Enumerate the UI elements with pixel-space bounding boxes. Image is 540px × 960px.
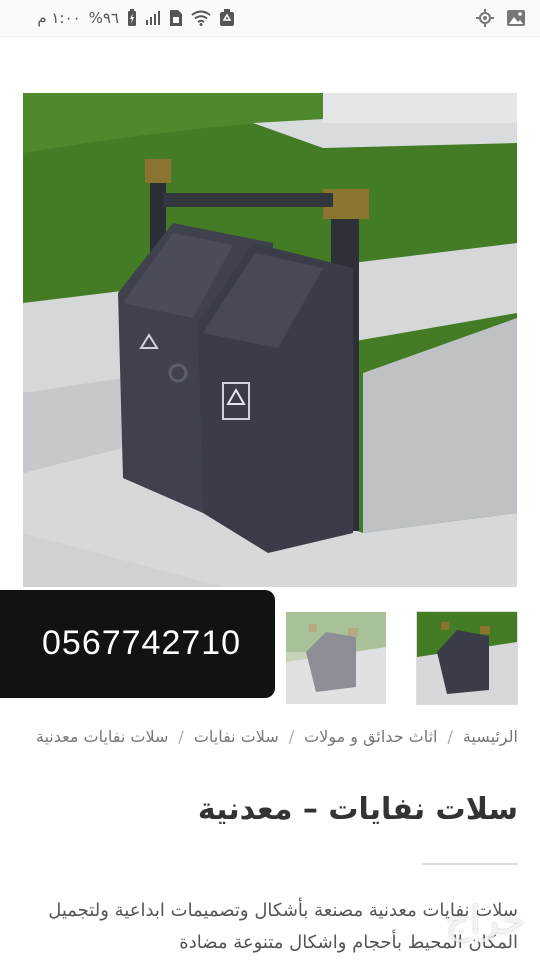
status-right-group (476, 0, 526, 36)
thumbnail-image (286, 612, 386, 704)
gallery-icon (506, 9, 526, 27)
breadcrumb-waste-bins[interactable]: سلات نفايات (194, 727, 279, 746)
battery-charging-icon (127, 9, 137, 27)
thumbnail-image-active (417, 612, 517, 704)
metal-waste-bin-photo (23, 93, 517, 587)
location-icon (476, 9, 494, 27)
phone-number: 0567742710 (42, 624, 242, 662)
wifi-icon (191, 10, 211, 26)
signal-icon (145, 10, 161, 26)
product-title: سلات نفايات – معدنية (197, 792, 518, 827)
product-thumbnail-2[interactable] (286, 612, 386, 704)
status-left-group: ١:٠٠ م %٩٦ (37, 0, 235, 36)
breadcrumb-separator: / (288, 727, 295, 746)
phone-number-overlay: 0567742710 (0, 590, 275, 698)
breadcrumb: الرئيسية / اثاث حدائق و مولات / سلات نفايات /… (18, 722, 518, 752)
sim-icon (169, 9, 183, 27)
watermark-logo: حراج (445, 898, 525, 942)
breadcrumb-home[interactable]: الرئيسية (463, 727, 518, 746)
status-time: ١:٠٠ م (37, 9, 81, 27)
breadcrumb-separator: / (447, 727, 453, 746)
breadcrumb-separator: / (178, 727, 184, 746)
recycle-notification-icon (219, 9, 235, 27)
battery-percent: %٩٦ (88, 9, 119, 27)
breadcrumb-garden-furniture[interactable]: اثاث حدائق و مولات (304, 727, 437, 746)
breadcrumb-current: سلات نفايات معدنية (35, 727, 169, 746)
product-main-image[interactable] (23, 93, 517, 587)
status-bar: ١:٠٠ م %٩٦ (0, 0, 540, 37)
product-thumbnail-3[interactable] (416, 611, 518, 705)
title-divider (422, 863, 518, 865)
